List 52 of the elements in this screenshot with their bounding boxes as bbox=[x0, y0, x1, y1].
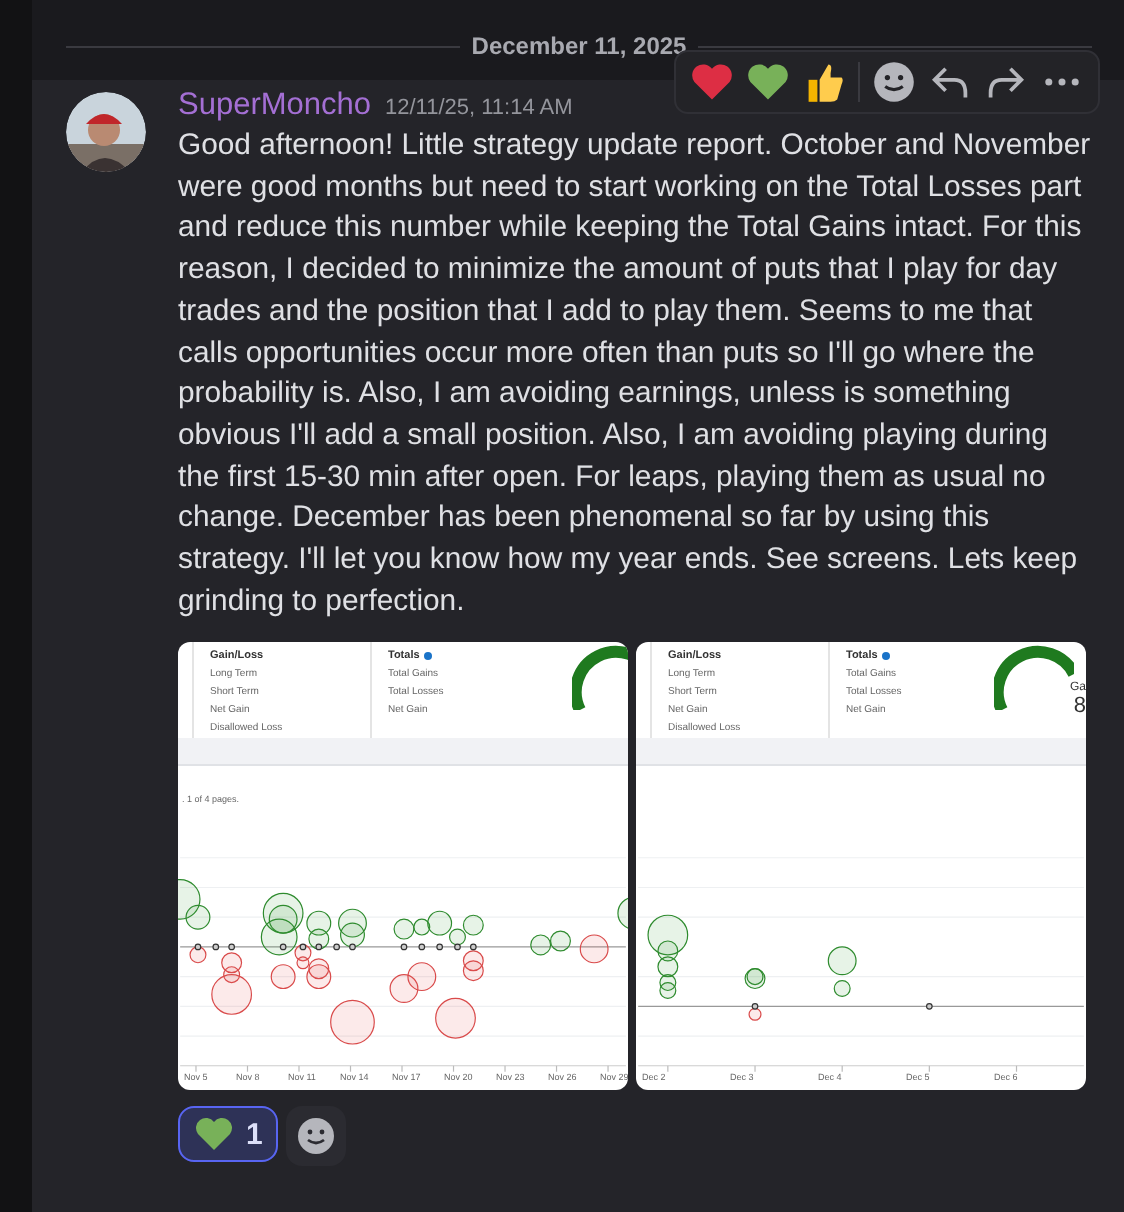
gain-bubble bbox=[827, 945, 857, 975]
point-marker bbox=[349, 942, 356, 950]
loss-bubble bbox=[462, 959, 484, 981]
timestamp: 12/11/25, 11:14 AM bbox=[385, 96, 573, 120]
loss-bubble bbox=[389, 973, 419, 1003]
loss-bubble bbox=[330, 999, 375, 1044]
gauge-text: 8 bbox=[1073, 694, 1086, 719]
point-marker bbox=[315, 942, 323, 950]
loss-bubble bbox=[462, 949, 484, 971]
gauge-arc bbox=[994, 642, 1074, 711]
point-marker bbox=[418, 942, 426, 950]
username[interactable]: SuperMoncho bbox=[178, 88, 372, 124]
point-marker bbox=[228, 942, 235, 950]
point-marker bbox=[212, 942, 220, 950]
smiley-icon bbox=[296, 1116, 337, 1157]
point-marker bbox=[279, 942, 287, 950]
gain-bubble bbox=[550, 929, 571, 951]
point-marker bbox=[454, 942, 461, 950]
gain-bubble bbox=[530, 933, 552, 955]
info-icon bbox=[881, 652, 890, 661]
date-divider: December 11, 2025 bbox=[471, 32, 687, 60]
gain-bubble bbox=[833, 979, 851, 997]
point-marker bbox=[194, 942, 202, 950]
add-reaction-button[interactable] bbox=[286, 1106, 347, 1167]
gain-bubble bbox=[268, 904, 298, 933]
gain-bubble bbox=[340, 921, 365, 947]
loss-bubble bbox=[435, 997, 476, 1038]
heart-icon[interactable] bbox=[746, 60, 790, 104]
gauge-arc bbox=[572, 642, 628, 711]
gain-bubble bbox=[260, 917, 298, 955]
smiley-icon[interactable] bbox=[872, 60, 916, 104]
gain-bubble bbox=[393, 917, 415, 939]
heart-icon[interactable] bbox=[690, 60, 734, 104]
point-marker bbox=[469, 942, 477, 950]
loss-bubble bbox=[407, 961, 437, 991]
reaction-button[interactable]: 1 bbox=[178, 1106, 279, 1163]
point-marker bbox=[299, 942, 307, 950]
avatar[interactable] bbox=[66, 92, 146, 172]
loss-bubble bbox=[748, 1007, 762, 1021]
message-text: Good afternoon! Little strategy update report. October and November were good months but need to start working on the Total Losses part and reduce this number while keeping the Total Gains intact. For this reason, I decided to minimize the amount of puts that I play for day trades and the position that I add to play them. Seems to me that calls opportunities occur more often than puts so I'll go where the probability is. Also, I am avoiding earnings, unless is something obvious I'll add a small position. Also, I am avoiding playing during the first 15-30 min after open. For leaps, playing them as usual no change. December has been phenomenal so far by using this strategy. I'll let you know how my year ends. See screens. Lets keep grinding to perfection. bbox=[178, 128, 1093, 622]
loss-bubble bbox=[579, 933, 609, 963]
info-icon bbox=[423, 652, 432, 661]
point-marker bbox=[400, 942, 408, 950]
point-marker bbox=[333, 942, 340, 950]
heart-icon bbox=[194, 1116, 234, 1153]
point-marker bbox=[751, 1002, 759, 1010]
gain-bubble bbox=[462, 913, 484, 935]
gain-bubble bbox=[308, 927, 330, 949]
point-marker bbox=[436, 942, 443, 950]
point-marker bbox=[925, 1002, 933, 1010]
gain-bubble bbox=[617, 896, 628, 930]
gain-bubble bbox=[338, 908, 367, 937]
